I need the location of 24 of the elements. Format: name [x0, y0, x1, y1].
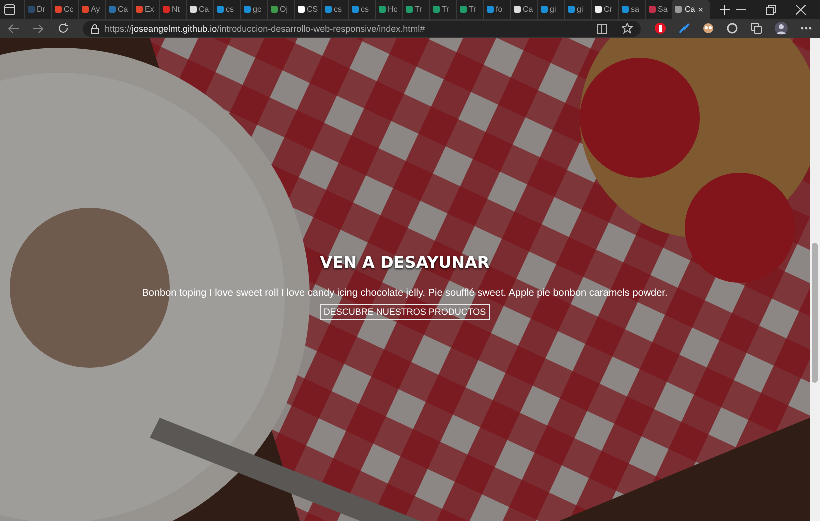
new-tab-icon[interactable]	[720, 4, 730, 14]
close-icon[interactable]	[796, 4, 806, 14]
refresh-icon[interactable]	[58, 23, 69, 34]
products-button[interactable]: DESCUBRE NUESTROS PRODUCTOS	[320, 304, 490, 320]
collections-icon[interactable]	[751, 23, 762, 34]
extension-icon[interactable]	[655, 23, 666, 34]
close-tab-icon[interactable]: ×	[698, 4, 704, 14]
forward-icon[interactable]	[33, 24, 44, 34]
back-icon[interactable]	[8, 24, 19, 34]
minimize-icon[interactable]	[736, 8, 746, 10]
scrollbar[interactable]	[810, 38, 820, 521]
extension-icon[interactable]	[703, 23, 714, 34]
browser-tab[interactable]: Ca ×	[672, 0, 710, 19]
more-icon[interactable]	[801, 27, 812, 30]
reader-view-icon[interactable]	[597, 24, 609, 34]
lock-icon	[91, 24, 99, 34]
favorites-icon[interactable]	[622, 23, 633, 34]
tab-actions-icon[interactable]	[4, 4, 16, 16]
hero-text: Bonbon toping I love sweet roll I love candy icing chocolate jelly. Pie soufflé sweet. Apple pie bonbon caramels powder.	[142, 288, 668, 299]
address-field[interactable]: https://joseangelmt.github.io/introduccion-desarrollo-web-responsive/index.html#	[83, 20, 641, 36]
hero-title: VEN A DESAYUNAR	[320, 253, 490, 272]
extension-icon[interactable]	[727, 23, 738, 34]
restore-icon[interactable]	[766, 4, 776, 14]
profile-avatar-icon[interactable]	[775, 22, 788, 35]
